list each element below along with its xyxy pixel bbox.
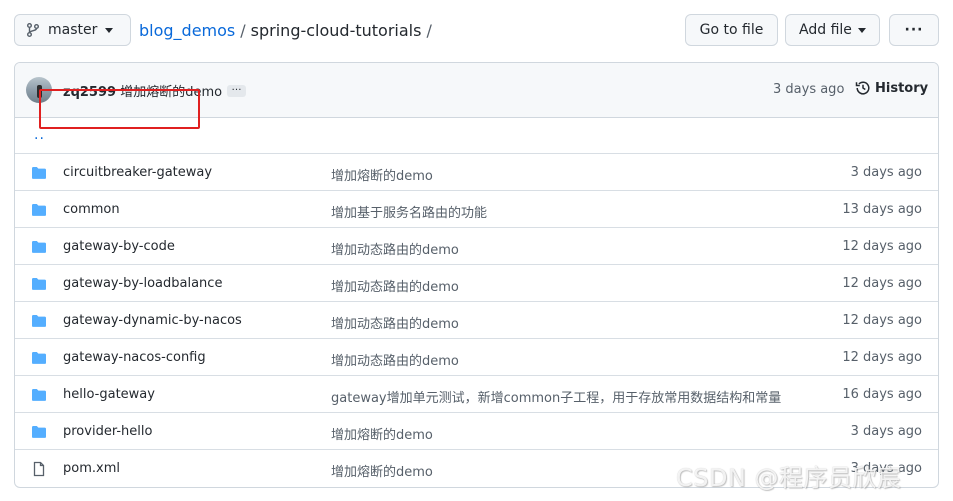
file-icon [31, 461, 47, 477]
file-row[interactable]: common 增加基于服务名路由的功能 13 days ago [15, 191, 938, 228]
file-name-link[interactable]: gateway-nacos-config [63, 350, 206, 365]
file-row[interactable]: gateway-by-loadbalance 增加动态路由的demo 12 days… [15, 265, 938, 302]
folder-icon [31, 276, 47, 292]
file-name-link[interactable]: provider-hello [63, 424, 152, 439]
commit-age: 3 days ago [850, 424, 922, 439]
folder-icon [31, 202, 47, 218]
commit-message-link[interactable]: 增加熔断的demo [331, 461, 433, 480]
commit-age: 16 days ago [842, 387, 922, 402]
commit-time: 3 days ago [773, 82, 845, 97]
commit-message-link[interactable]: 增加熔断的demo [331, 424, 433, 443]
folder-icon [31, 387, 47, 403]
file-row[interactable]: gateway-nacos-config 增加动态路由的demo 12 days a… [15, 339, 938, 376]
history-link[interactable]: History [855, 80, 928, 96]
folder-icon [31, 165, 47, 181]
commit-message-link[interactable]: gateway增加单元测试，新增common子工程，用于存放常用数据结构和常量 [331, 387, 781, 406]
breadcrumb-separator: / [240, 20, 246, 40]
history-label: History [875, 80, 929, 96]
file-name-link[interactable]: hello-gateway [63, 387, 155, 402]
folder-icon [31, 313, 47, 329]
kebab-horizontal-icon: ··· [904, 22, 924, 38]
commit-age: 3 days ago [850, 165, 922, 180]
folder-icon [31, 350, 47, 366]
repo-toolbar: master blog_demos / spring-cloud-tutoria… [14, 14, 939, 46]
file-row[interactable]: gateway-by-code 增加动态路由的demo 12 days ago [15, 228, 938, 265]
add-file-label: Add file [799, 22, 852, 38]
file-name-link[interactable]: circuitbreaker-gateway [63, 165, 212, 180]
commit-message-link[interactable]: 增加动态路由的demo [331, 239, 459, 258]
file-name-link[interactable]: common [63, 202, 120, 217]
breadcrumb-owner-link[interactable]: blog_demos [139, 21, 235, 40]
file-row[interactable]: provider-hello 增加熔断的demo 3 days ago [15, 413, 938, 450]
expand-commit-button[interactable]: … [227, 83, 246, 97]
commit-age: 12 days ago [842, 313, 922, 328]
highlight-box [39, 89, 200, 129]
file-browser-page: master blog_demos / spring-cloud-tutoria… [0, 0, 953, 501]
file-rows: .. circuitbreaker-gateway 增加熔断的demo 3 days… [15, 118, 938, 487]
file-row[interactable]: hello-gateway gateway增加单元测试，新增common子工程，用… [15, 376, 938, 413]
parent-directory-link[interactable]: .. [34, 127, 45, 143]
file-row[interactable]: circuitbreaker-gateway 增加熔断的demo 3 days ag… [15, 154, 938, 191]
commit-message-link[interactable]: 增加基于服务名路由的功能 [331, 202, 487, 221]
commit-age: 12 days ago [842, 239, 922, 254]
breadcrumb: blog_demos / spring-cloud-tutorials / [139, 14, 437, 46]
chevron-down-icon [105, 27, 114, 33]
branch-name: master [48, 22, 98, 38]
commit-age: 12 days ago [842, 276, 922, 291]
chevron-down-icon [857, 27, 866, 33]
add-file-button[interactable]: Add file [785, 14, 880, 46]
file-row[interactable]: gateway-dynamic-by-nacos 增加动态路由的demo 12 da… [15, 302, 938, 339]
file-name-link[interactable]: gateway-by-code [63, 239, 175, 254]
folder-icon [31, 239, 47, 255]
go-to-file-button[interactable]: Go to file [685, 14, 778, 46]
branch-selector-button[interactable]: master [14, 14, 131, 46]
file-name-link[interactable]: gateway-by-loadbalance [63, 276, 222, 291]
go-to-file-label: Go to file [699, 22, 764, 38]
history-icon [855, 80, 871, 96]
commit-message-link[interactable]: 增加动态路由的demo [331, 350, 459, 369]
commit-message-link[interactable]: 增加熔断的demo [331, 165, 433, 184]
commit-age: 13 days ago [842, 202, 922, 217]
file-name-link[interactable]: pom.xml [63, 461, 120, 476]
commit-age: 12 days ago [842, 350, 922, 365]
git-branch-icon [25, 22, 41, 38]
commit-message-link[interactable]: 增加动态路由的demo [331, 276, 459, 295]
folder-icon [31, 424, 47, 440]
file-name-link[interactable]: gateway-dynamic-by-nacos [63, 313, 242, 328]
commit-message-link[interactable]: 增加动态路由的demo [331, 313, 459, 332]
breadcrumb-separator: / [426, 20, 432, 40]
watermark: CSDN @程序员欣宸 [676, 464, 902, 492]
breadcrumb-repo: spring-cloud-tutorials [250, 20, 422, 40]
more-options-button[interactable]: ··· [889, 14, 939, 46]
